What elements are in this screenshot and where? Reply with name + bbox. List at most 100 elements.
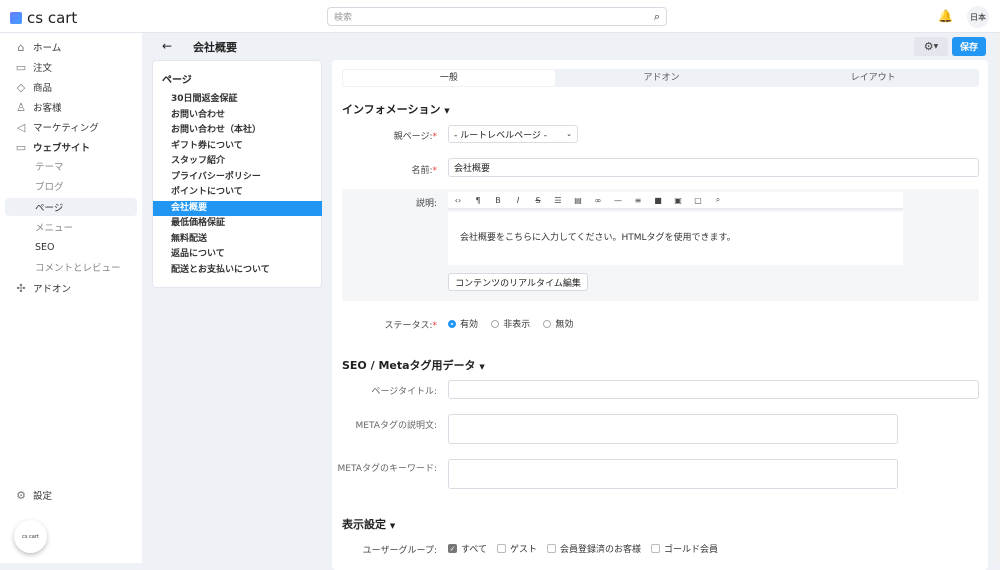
back-arrow-icon[interactable]: ← <box>162 39 172 53</box>
page-list-item[interactable]: ポイントについて <box>153 185 322 200</box>
link-icon[interactable]: ∞ <box>588 196 608 205</box>
sidebar-sub-pages[interactable]: ページ <box>5 198 137 216</box>
logo-icon <box>10 12 22 24</box>
description-label: 説明: <box>415 199 437 209</box>
usergroup-label: ユーザーグループ: <box>362 546 437 556</box>
status-radios: 有効 非表示 無効 <box>448 317 583 331</box>
user-icon: ♙ <box>16 100 26 114</box>
label: ホーム <box>33 43 62 54</box>
search-icon[interactable]: ⌕ <box>654 10 660 24</box>
page-title-label: ページタイトル: <box>371 387 437 397</box>
meta-keywords-textarea[interactable] <box>448 459 898 489</box>
section-information[interactable]: インフォメーション ▼ <box>342 101 450 117</box>
tab-general[interactable]: 一般 <box>343 70 555 86</box>
cs-cart-bubble[interactable]: cs cart <box>14 520 47 553</box>
sidebar-sub-seo[interactable]: SEO <box>5 238 137 256</box>
caret-down-icon: ▼ <box>479 363 485 371</box>
ordered-list-icon[interactable]: ▤ <box>568 196 588 205</box>
puzzle-icon: ✣ <box>16 281 26 295</box>
page-list-item[interactable]: プライバシーポリシー <box>153 170 322 185</box>
sidebar-sub-themes[interactable]: テーマ <box>5 157 137 175</box>
align-icon[interactable]: ≡ <box>628 196 648 205</box>
image-icon[interactable]: ▣ <box>668 196 688 205</box>
section-display[interactable]: 表示設定 ▼ <box>342 516 395 532</box>
horizontal-rule-icon[interactable]: — <box>608 196 628 205</box>
sidebar-item-addons[interactable]: ✣ アドオン <box>5 279 137 297</box>
label: お客様 <box>33 103 62 114</box>
code-icon[interactable]: ‹› <box>448 196 468 205</box>
label: 商品 <box>33 83 53 94</box>
page-list-item[interactable]: 配送とお支払いについて <box>153 263 322 278</box>
megaphone-icon: ◁ <box>16 120 26 134</box>
page-list-item[interactable]: ギフト券について <box>153 139 322 154</box>
caret-down-icon: ▼ <box>389 522 396 530</box>
font-color-icon[interactable]: ■ <box>648 196 668 205</box>
settings-dropdown-button[interactable]: ⚙ ▼ <box>914 37 948 56</box>
search-replace-icon[interactable]: ⌕ <box>708 195 728 205</box>
section-seo[interactable]: SEO / Metaタグ用データ ▼ <box>342 357 485 373</box>
usergroup-checkboxes: ✓ すべて ゲスト 会員登録済のお客様 ゴールド会員 <box>448 542 718 555</box>
name-input[interactable]: 会社概要 <box>448 158 979 177</box>
page-list-item[interactable]: スタッフ紹介 <box>153 154 322 169</box>
status-active-radio[interactable]: 有効 <box>448 317 478 330</box>
unordered-list-icon[interactable]: ☰ <box>548 196 568 205</box>
status-disabled-radio[interactable]: 無効 <box>543 317 573 330</box>
search-input[interactable]: 検索 ⌕ <box>327 7 667 26</box>
label: マーケティング <box>33 123 99 134</box>
sidebar-item-marketing[interactable]: ◁ マーケティング <box>5 118 137 136</box>
strikethrough-icon[interactable]: S <box>528 196 548 205</box>
page-list-item[interactable]: 30日間返金保証 <box>153 92 322 107</box>
label: 設定 <box>33 491 53 502</box>
usergroup-guest-checkbox[interactable]: ゲスト <box>497 542 537 555</box>
parent-page-select[interactable]: - ルートレベルページ - ⌄ <box>448 125 578 143</box>
tab-addons[interactable]: アドオン <box>556 69 768 87</box>
home-icon: ⌂ <box>17 40 25 54</box>
save-button[interactable]: 保存 <box>952 37 986 56</box>
gear-icon: ⚙ <box>16 488 26 502</box>
page-list-item[interactable]: お問い合わせ <box>153 108 322 123</box>
page-list-item[interactable]: お問い合わせ（本社） <box>153 123 322 138</box>
sidebar-item-orders[interactable]: ▭ 注文 <box>5 58 137 76</box>
sidebar-item-website[interactable]: ▭ ウェブサイト <box>5 138 137 156</box>
pages-panel-title: ページ <box>162 75 192 86</box>
bell-icon[interactable]: 🔔 <box>938 9 953 23</box>
page-title: 会社概要 <box>193 41 237 54</box>
sidebar-item-products[interactable]: ◇ 商品 <box>5 78 137 96</box>
sidebar-sub-menus[interactable]: メニュー <box>5 218 137 236</box>
usergroup-gold-checkbox[interactable]: ゴールド会員 <box>651 542 718 555</box>
bold-icon[interactable]: B <box>488 196 508 205</box>
description-editor[interactable]: 会社概要をこちらに入力してください。HTMLタグを使用できます。 <box>448 212 903 265</box>
chevron-down-icon: ⌄ <box>566 130 572 138</box>
italic-icon[interactable]: I <box>508 196 528 205</box>
usergroup-all-checkbox[interactable]: ✓ すべて <box>448 542 487 555</box>
tabs: 一般 アドオン レイアウト <box>342 69 979 87</box>
label: ウェブサイト <box>33 143 91 154</box>
status-hidden-radio[interactable]: 非表示 <box>491 317 530 330</box>
paragraph-icon[interactable]: ¶ <box>468 196 488 205</box>
sidebar-item-customers[interactable]: ♙ お客様 <box>5 98 137 116</box>
sidebar-item-home[interactable]: ⌂ ホーム <box>5 38 137 56</box>
usergroup-registered-checkbox[interactable]: 会員登録済のお客様 <box>547 542 641 555</box>
scrollbar[interactable] <box>995 33 1000 563</box>
section-title: 表示設定 <box>342 518 386 531</box>
page-list-item[interactable]: 最低価格保証 <box>153 216 322 231</box>
sidebar-sub-blog[interactable]: ブログ <box>5 177 137 195</box>
page-list-item[interactable]: 会社概要 <box>153 200 322 216</box>
inbox-icon: ▭ <box>15 60 27 74</box>
sidebar-item-settings[interactable]: ⚙ 設定 <box>5 486 137 504</box>
language-button[interactable]: 日本 <box>967 6 989 28</box>
page-list-item[interactable]: 無料配送 <box>153 232 322 247</box>
tag-icon: ◇ <box>16 80 26 94</box>
page-list-item[interactable]: 返品について <box>153 247 322 262</box>
pages-panel: ページ 30日間返金保証 お問い合わせ お問い合わせ（本社） ギフト券について スタッフ… <box>152 60 322 288</box>
page-title-input[interactable] <box>448 380 979 399</box>
video-icon[interactable]: ▢ <box>688 196 708 205</box>
tab-layout[interactable]: レイアウト <box>767 69 979 87</box>
realtime-edit-button[interactable]: コンテンツのリアルタイム編集 <box>448 273 588 291</box>
sidebar-sub-comments[interactable]: コメントとレビュー <box>5 258 137 276</box>
caret-down-icon: ▼ <box>933 43 939 50</box>
select-value: - ルートレベルページ - <box>454 130 548 141</box>
logo[interactable]: cs cart <box>10 9 77 27</box>
name-label: 名前:* <box>411 166 437 176</box>
meta-description-textarea[interactable] <box>448 414 898 444</box>
